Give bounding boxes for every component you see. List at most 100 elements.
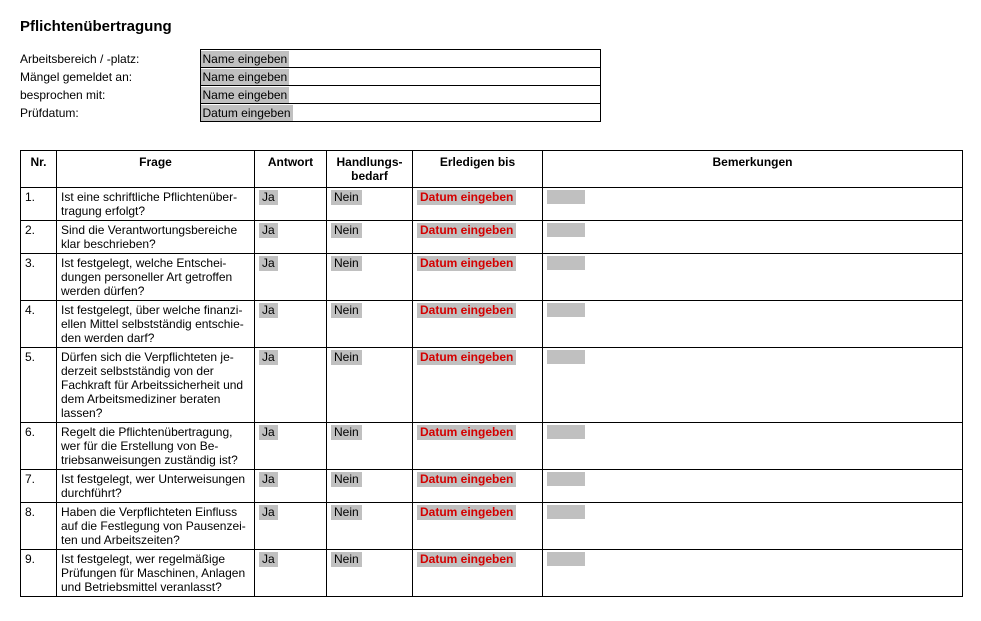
meta-label: Mängel gemeldet an: bbox=[20, 68, 200, 86]
remark-placeholder[interactable] bbox=[547, 223, 585, 237]
answer-yes[interactable]: Ja bbox=[259, 552, 278, 567]
deadline-placeholder[interactable]: Datum eingeben bbox=[417, 303, 516, 318]
row-number: 2. bbox=[21, 221, 57, 254]
row-deadline-cell: Datum eingeben bbox=[413, 470, 543, 503]
checklist-table: Nr. Frage Antwort Handlungs- bedarf Erle… bbox=[20, 150, 963, 597]
deadline-placeholder[interactable]: Datum eingeben bbox=[417, 190, 516, 205]
row-question: Ist festgelegt, wer regelmäßige Prüfunge… bbox=[57, 550, 255, 597]
meta-input-cell[interactable]: Name eingeben bbox=[200, 50, 600, 68]
answer-no[interactable]: Nein bbox=[331, 190, 362, 205]
row-action-cell: Nein bbox=[327, 423, 413, 470]
row-question: Sind die Verantwortungsbereiche klar bes… bbox=[57, 221, 255, 254]
table-row: 3.Ist festgelegt, welche Entschei­dungen… bbox=[21, 254, 963, 301]
remark-placeholder[interactable] bbox=[547, 256, 585, 270]
row-answer-cell: Ja bbox=[255, 423, 327, 470]
meta-placeholder[interactable]: Name eingeben bbox=[201, 51, 290, 67]
answer-no[interactable]: Nein bbox=[331, 505, 362, 520]
remark-placeholder[interactable] bbox=[547, 190, 585, 204]
row-answer-cell: Ja bbox=[255, 188, 327, 221]
row-action-cell: Nein bbox=[327, 188, 413, 221]
table-row: 7.Ist festgelegt, wer Unterweisungen dur… bbox=[21, 470, 963, 503]
answer-no[interactable]: Nein bbox=[331, 303, 362, 318]
row-number: 7. bbox=[21, 470, 57, 503]
table-header-row: Nr. Frage Antwort Handlungs- bedarf Erle… bbox=[21, 151, 963, 188]
header-erledigen-bis: Erledigen bis bbox=[413, 151, 543, 188]
meta-label: Arbeitsbereich / -platz: bbox=[20, 50, 200, 68]
row-remarks-cell bbox=[543, 348, 963, 423]
row-action-cell: Nein bbox=[327, 550, 413, 597]
row-action-cell: Nein bbox=[327, 503, 413, 550]
table-row: 8.Haben die Verpflichteten Einfluss auf … bbox=[21, 503, 963, 550]
deadline-placeholder[interactable]: Datum eingeben bbox=[417, 552, 516, 567]
answer-yes[interactable]: Ja bbox=[259, 350, 278, 365]
row-question: Haben die Verpflichteten Einfluss auf di… bbox=[57, 503, 255, 550]
meta-label: besprochen mit: bbox=[20, 86, 200, 104]
meta-table: Arbeitsbereich / -platz:Name eingebenMän… bbox=[20, 49, 601, 122]
header-nr: Nr. bbox=[21, 151, 57, 188]
row-answer-cell: Ja bbox=[255, 254, 327, 301]
row-answer-cell: Ja bbox=[255, 470, 327, 503]
row-question: Ist eine schriftliche Pflichtenüber­trag… bbox=[57, 188, 255, 221]
deadline-placeholder[interactable]: Datum eingeben bbox=[417, 425, 516, 440]
remark-placeholder[interactable] bbox=[547, 425, 585, 439]
row-remarks-cell bbox=[543, 423, 963, 470]
meta-input-cell[interactable]: Datum eingeben bbox=[200, 104, 600, 122]
remark-placeholder[interactable] bbox=[547, 472, 585, 486]
row-question: Ist festgelegt, welche Entschei­dungen p… bbox=[57, 254, 255, 301]
row-number: 8. bbox=[21, 503, 57, 550]
row-remarks-cell bbox=[543, 503, 963, 550]
header-antwort: Antwort bbox=[255, 151, 327, 188]
meta-label: Prüfdatum: bbox=[20, 104, 200, 122]
deadline-placeholder[interactable]: Datum eingeben bbox=[417, 350, 516, 365]
remark-placeholder[interactable] bbox=[547, 350, 585, 364]
row-question: Ist festgelegt, wer Unterweisungen durch… bbox=[57, 470, 255, 503]
row-answer-cell: Ja bbox=[255, 348, 327, 423]
deadline-placeholder[interactable]: Datum eingeben bbox=[417, 256, 516, 271]
answer-no[interactable]: Nein bbox=[331, 425, 362, 440]
row-deadline-cell: Datum eingeben bbox=[413, 423, 543, 470]
deadline-placeholder[interactable]: Datum eingeben bbox=[417, 505, 516, 520]
row-deadline-cell: Datum eingeben bbox=[413, 254, 543, 301]
answer-yes[interactable]: Ja bbox=[259, 505, 278, 520]
answer-yes[interactable]: Ja bbox=[259, 190, 278, 205]
answer-yes[interactable]: Ja bbox=[259, 472, 278, 487]
answer-no[interactable]: Nein bbox=[331, 350, 362, 365]
answer-yes[interactable]: Ja bbox=[259, 425, 278, 440]
meta-input-cell[interactable]: Name eingeben bbox=[200, 68, 600, 86]
meta-placeholder[interactable]: Datum eingeben bbox=[201, 105, 293, 121]
row-answer-cell: Ja bbox=[255, 221, 327, 254]
answer-yes[interactable]: Ja bbox=[259, 256, 278, 271]
row-remarks-cell bbox=[543, 254, 963, 301]
row-answer-cell: Ja bbox=[255, 550, 327, 597]
row-remarks-cell bbox=[543, 470, 963, 503]
remark-placeholder[interactable] bbox=[547, 303, 585, 317]
row-action-cell: Nein bbox=[327, 470, 413, 503]
answer-no[interactable]: Nein bbox=[331, 256, 362, 271]
meta-placeholder[interactable]: Name eingeben bbox=[201, 87, 290, 103]
header-handlungsbedarf: Handlungs- bedarf bbox=[327, 151, 413, 188]
row-action-cell: Nein bbox=[327, 348, 413, 423]
meta-row: besprochen mit:Name eingeben bbox=[20, 86, 600, 104]
answer-no[interactable]: Nein bbox=[331, 472, 362, 487]
answer-no[interactable]: Nein bbox=[331, 552, 362, 567]
answer-no[interactable]: Nein bbox=[331, 223, 362, 238]
meta-row: Arbeitsbereich / -platz:Name eingeben bbox=[20, 50, 600, 68]
remark-placeholder[interactable] bbox=[547, 505, 585, 519]
row-number: 9. bbox=[21, 550, 57, 597]
row-question: Regelt die Pflichtenübertragung, wer für… bbox=[57, 423, 255, 470]
deadline-placeholder[interactable]: Datum eingeben bbox=[417, 472, 516, 487]
row-number: 3. bbox=[21, 254, 57, 301]
meta-input-cell[interactable]: Name eingeben bbox=[200, 86, 600, 104]
row-deadline-cell: Datum eingeben bbox=[413, 503, 543, 550]
row-number: 6. bbox=[21, 423, 57, 470]
remark-placeholder[interactable] bbox=[547, 552, 585, 566]
meta-placeholder[interactable]: Name eingeben bbox=[201, 69, 290, 85]
row-answer-cell: Ja bbox=[255, 301, 327, 348]
table-row: 6.Regelt die Pflichtenübertragung, wer f… bbox=[21, 423, 963, 470]
row-answer-cell: Ja bbox=[255, 503, 327, 550]
row-number: 4. bbox=[21, 301, 57, 348]
answer-yes[interactable]: Ja bbox=[259, 303, 278, 318]
deadline-placeholder[interactable]: Datum eingeben bbox=[417, 223, 516, 238]
answer-yes[interactable]: Ja bbox=[259, 223, 278, 238]
row-question: Dürfen sich die Verpflichteten je­derzei… bbox=[57, 348, 255, 423]
